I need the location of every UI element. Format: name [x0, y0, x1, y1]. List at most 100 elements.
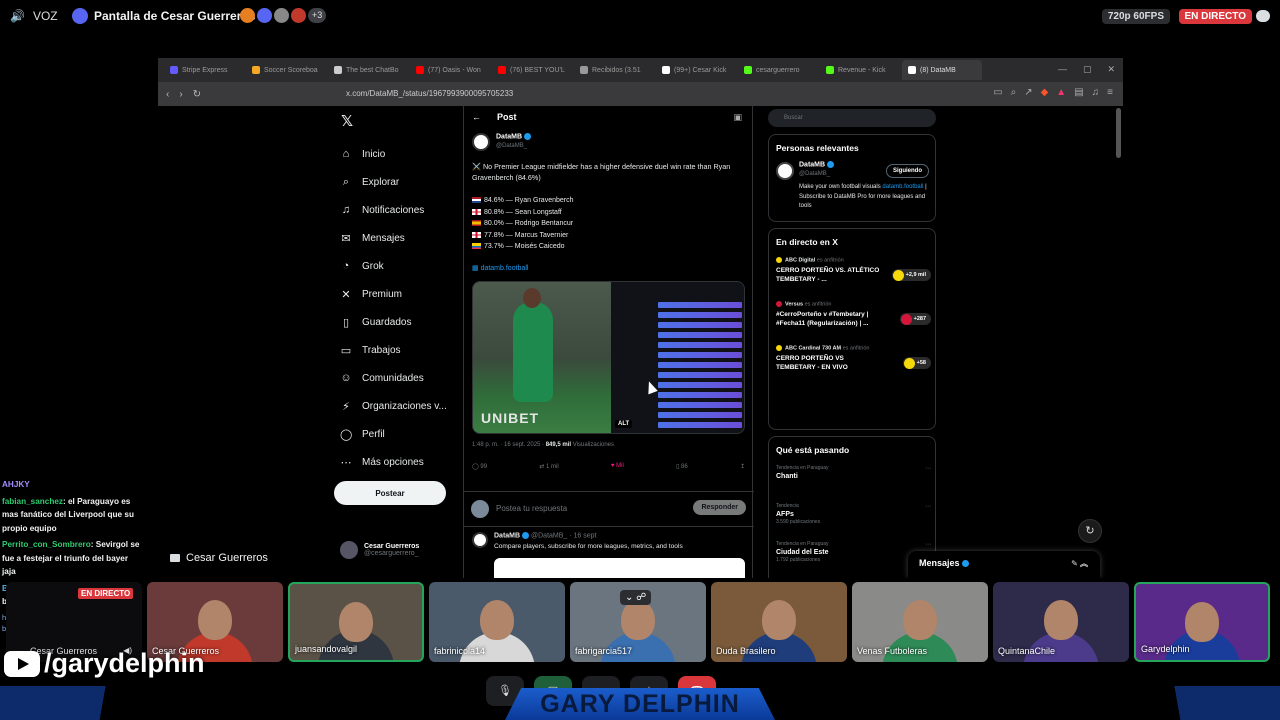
nav-item-perfil[interactable]: ◯ Perfil: [340, 420, 447, 448]
verified-icon: [961, 560, 969, 568]
post-button[interactable]: Postear: [334, 481, 446, 505]
source-avatar: [776, 257, 782, 263]
reply-button[interactable]: Responder: [693, 500, 746, 515]
reply-action[interactable]: ◯ 99: [472, 463, 487, 470]
participant-video-tile[interactable]: QuintanaChile: [993, 582, 1129, 662]
post-image[interactable]: UNIBET ALT: [472, 281, 745, 434]
nav-item-guardados[interactable]: ▯ Guardados: [340, 308, 447, 336]
share-icon[interactable]: ↗: [1024, 87, 1032, 98]
forward-icon[interactable]: ›: [179, 89, 182, 100]
participant-video-tile[interactable]: fabrinicola14: [429, 582, 565, 662]
avatar[interactable]: [472, 133, 490, 151]
browser-tab[interactable]: (99+) Cesar Kick: [656, 60, 736, 80]
alt-badge[interactable]: ALT: [615, 420, 633, 428]
music-icon[interactable]: ♫: [1092, 87, 1100, 98]
browser-tab[interactable]: cesarguerrero: [738, 60, 818, 80]
nav-label: Trabajos: [362, 344, 401, 356]
chat-username[interactable]: AHJKY: [2, 480, 30, 489]
participant-controls[interactable]: ⌄ ☍: [620, 590, 652, 605]
post-title: Post: [497, 112, 517, 122]
close-icon[interactable]: ✕: [1107, 64, 1115, 75]
post-author-name[interactable]: DataMB: [496, 133, 532, 140]
bookmark-action[interactable]: ▯ 86: [676, 463, 688, 470]
screen-icon[interactable]: ▭: [993, 87, 1002, 98]
trend-item[interactable]: Tendencia AFPs 3.590 publicaciones ⋯: [776, 503, 931, 525]
chat-icon[interactable]: [1256, 10, 1270, 22]
relevant-name[interactable]: DataMB: [799, 161, 835, 168]
browser-tab[interactable]: (77) Oasis - Won: [410, 60, 490, 80]
post-author-handle: @DataMB_: [496, 143, 528, 149]
avatar[interactable]: [776, 162, 794, 180]
reply-composer: Postea tu respuesta Responder: [464, 491, 754, 527]
tab-favicon-icon: [662, 66, 670, 74]
url-field[interactable]: x.com/DataMB_/status/1967993900095705233: [346, 89, 513, 98]
participant-video-tile[interactable]: Venas Futboleras: [852, 582, 988, 662]
chat-username[interactable]: Perrito_con_Sombrero: [2, 540, 91, 549]
participant-video-tile[interactable]: Duda Brasilero: [711, 582, 847, 662]
nav-item-mensajes[interactable]: ✉ Mensajes: [340, 224, 447, 252]
expand-icon[interactable]: ✎ ︽: [1071, 558, 1088, 569]
live-broadcast[interactable]: ABC Cardinal 730 AM es anfitrión CERRO PO…: [776, 345, 931, 372]
nav-icon: ◯: [340, 428, 353, 441]
reader-icon[interactable]: ▣: [733, 112, 742, 123]
more-options-icon[interactable]: ⋯: [925, 541, 931, 548]
more-options-icon[interactable]: ⋯: [925, 503, 931, 510]
messages-drawer[interactable]: Mensajes ✎ ︽: [908, 551, 1100, 578]
nav-item-premium[interactable]: ✕ Premium: [340, 280, 447, 308]
post-link[interactable]: ▦ datamb.football: [472, 264, 528, 272]
browser-tab[interactable]: (76) BEST YOU'L: [492, 60, 572, 80]
voice-channel[interactable]: 🔊 VOZ: [10, 9, 58, 23]
panel-title: Qué está pasando: [776, 445, 850, 455]
more-options-icon[interactable]: ⋯: [925, 465, 931, 472]
repost-action[interactable]: ⇄ 1 mil: [539, 463, 558, 470]
player-figure: [513, 302, 553, 402]
nav-item-notificaciones[interactable]: ♫ Notificaciones: [340, 196, 447, 224]
reply-input[interactable]: Postea tu respuesta: [496, 504, 567, 513]
search-input[interactable]: Buscar: [768, 109, 936, 127]
x-logo-icon[interactable]: 𝕏: [341, 112, 353, 130]
browser-tab[interactable]: (8) DataMB: [902, 60, 982, 80]
browser-tab[interactable]: Recibidos (3.51: [574, 60, 654, 80]
brave-shield-icon[interactable]: ◆: [1041, 87, 1049, 98]
nav-item-explorar[interactable]: ⌕ Explorar: [340, 168, 447, 196]
following-button[interactable]: Siguiendo: [886, 164, 929, 178]
stat-bar: [658, 332, 742, 338]
nav-item-grok[interactable]: ◔ Grok: [340, 252, 447, 280]
minimize-icon[interactable]: —: [1058, 64, 1067, 75]
avatar: [900, 314, 912, 325]
sidebar-icon[interactable]: ▤: [1074, 87, 1083, 98]
tab-favicon-icon: [416, 66, 424, 74]
share-action[interactable]: ↥: [740, 463, 745, 470]
participant-video-tile[interactable]: juansandovalgil: [288, 582, 424, 662]
browser-tab[interactable]: The best ChatBo: [328, 60, 408, 80]
nav-item-inicio[interactable]: ⌂ Inicio: [340, 140, 447, 168]
refresh-icon[interactable]: ↻: [1078, 519, 1102, 543]
maximize-icon[interactable]: ▢: [1083, 64, 1092, 75]
nav-item-comunidades[interactable]: ☺ Comunidades: [340, 364, 447, 392]
zoom-icon[interactable]: ⌕: [1011, 87, 1017, 98]
trend-item[interactable]: Tendencia en Paraguay Chanti ⋯: [776, 465, 931, 481]
nav-item-organizaciones-v-[interactable]: ⚡ Organizaciones v...: [340, 392, 447, 420]
reply-card[interactable]: [494, 558, 745, 578]
browser-tab[interactable]: Soccer Scoreboa: [246, 60, 326, 80]
browser-tab[interactable]: Stripe Express: [164, 60, 244, 80]
participant-video-tile[interactable]: Garydelphin: [1134, 582, 1270, 662]
chat-username[interactable]: fabian_sanchez: [2, 497, 63, 506]
scrollbar[interactable]: [1116, 108, 1121, 158]
rewards-icon[interactable]: ▲: [1056, 87, 1066, 98]
listener-count: +287: [899, 313, 931, 325]
reload-icon[interactable]: ↻: [193, 89, 201, 100]
ranking-row: 80.8% — Sean Longstaff: [472, 207, 574, 219]
account-switcher[interactable]: Cesar Guerreros @cesarguerrero_: [340, 541, 419, 559]
like-action[interactable]: ♥ Mil: [611, 463, 624, 470]
live-broadcast[interactable]: ABC Digital es anfitrión CERRO PORTEÑO VS…: [776, 257, 931, 284]
viewer-avatars[interactable]: +3: [240, 8, 327, 23]
nav-item-más-opciones[interactable]: ⋯ Más opciones: [340, 448, 447, 476]
menu-icon[interactable]: ≡: [1107, 87, 1113, 98]
live-broadcast[interactable]: Versus es anfitrión #CerroPorteño v #Temb…: [776, 301, 931, 328]
nav-item-trabajos[interactable]: ▭ Trabajos: [340, 336, 447, 364]
tab-favicon-icon: [744, 66, 752, 74]
back-arrow-icon[interactable]: ←: [472, 112, 481, 122]
browser-tab[interactable]: Revenue - Kick: [820, 60, 900, 80]
back-icon[interactable]: ‹: [166, 89, 169, 100]
